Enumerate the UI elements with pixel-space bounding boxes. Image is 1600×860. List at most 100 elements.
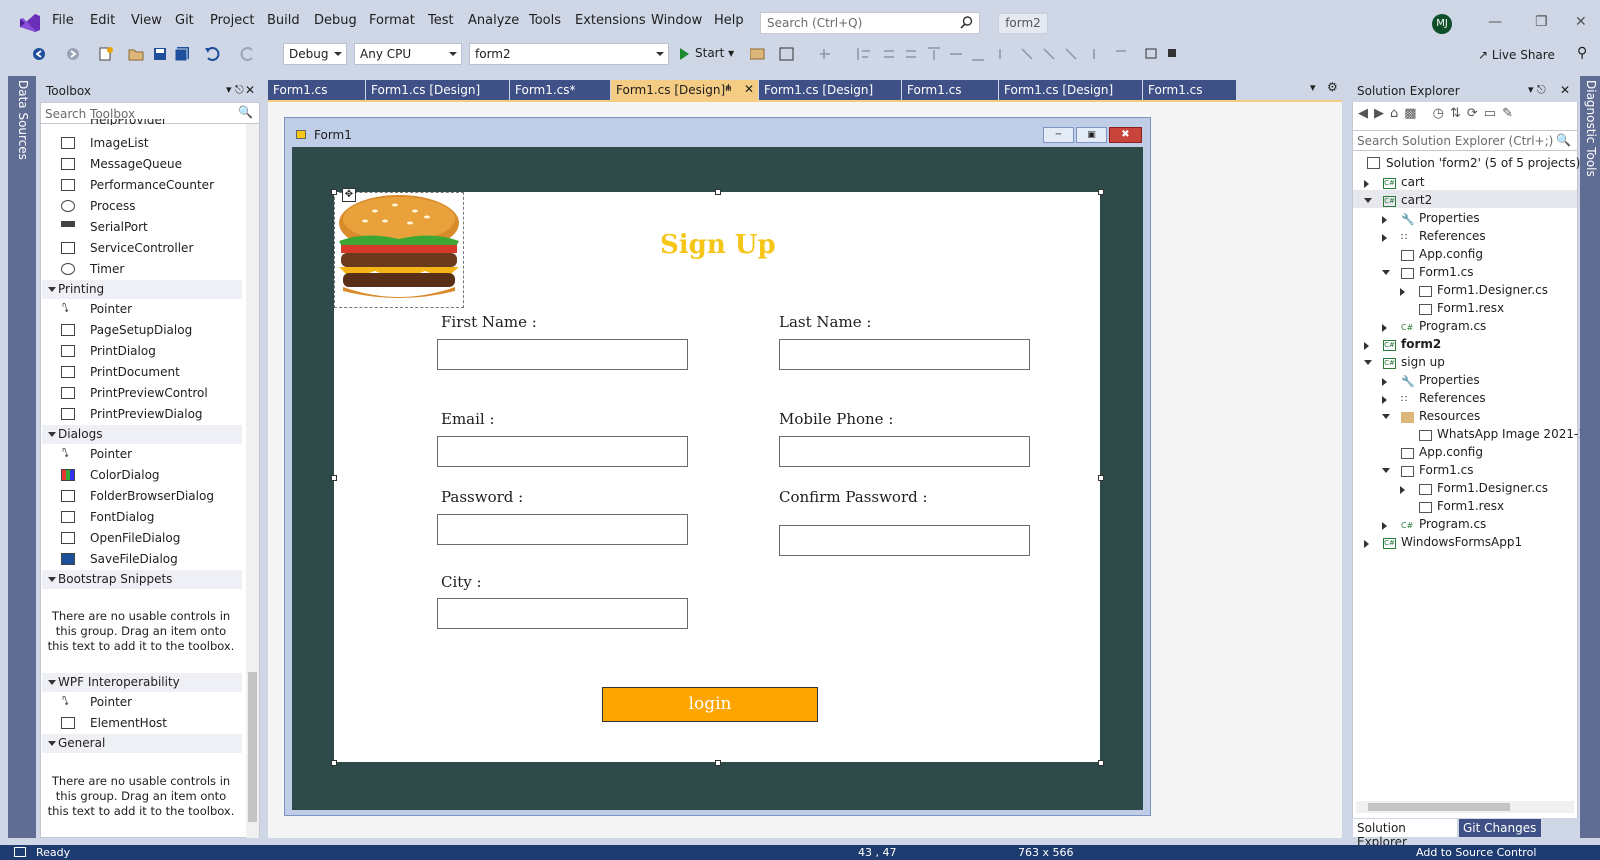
open-folder-icon[interactable] — [128, 47, 144, 61]
redo-icon[interactable] — [240, 46, 256, 62]
solution-explorer-search-input[interactable]: Search Solution Explorer (Ctrl+;) 🔍 — [1352, 130, 1578, 151]
expand-arrow-icon[interactable] — [1364, 180, 1369, 188]
live-share-button[interactable]: ↗ Live Share — [1478, 48, 1555, 62]
menu-help[interactable]: Help — [714, 13, 744, 28]
toolbox-item[interactable]: OpenFileDialog — [90, 531, 180, 545]
toolbox-item[interactable]: SerialPort — [90, 220, 148, 234]
menu-project[interactable]: Project — [210, 13, 254, 28]
close-icon[interactable]: ✕ — [1575, 14, 1587, 30]
toolbox-group-printing[interactable]: Printing — [42, 280, 242, 299]
avatar[interactable]: MJ — [1432, 14, 1452, 34]
resize-handle[interactable] — [331, 760, 337, 766]
save-icon[interactable] — [153, 47, 167, 61]
menu-tools[interactable]: Tools — [529, 13, 561, 28]
toolbox-item[interactable]: PrintDialog — [90, 344, 156, 358]
tab-form1-design-active[interactable]: Form1.cs [Design]* ⋔ ✕ — [611, 80, 758, 100]
menu-analyze[interactable]: Analyze — [468, 13, 519, 28]
expand-arrow-icon[interactable] — [1400, 288, 1405, 296]
resize-handle[interactable] — [1098, 760, 1104, 766]
menu-edit[interactable]: Edit — [90, 13, 115, 28]
tab-form1-cs[interactable]: Form1.cs — [902, 80, 998, 100]
login-button[interactable]: login — [602, 687, 818, 722]
feedback-icon[interactable]: ⚲ — [1577, 45, 1587, 61]
email-input[interactable] — [437, 436, 688, 467]
back-icon[interactable] — [32, 47, 46, 61]
form-maximize-icon[interactable]: ▣ — [1076, 127, 1107, 143]
burger-image[interactable] — [334, 192, 464, 308]
toolbox-item[interactable]: Process — [90, 199, 136, 213]
toolbox-close-icon[interactable]: ✕ — [245, 83, 255, 97]
menu-extensions[interactable]: Extensions — [575, 13, 646, 28]
first-name-input[interactable] — [437, 339, 688, 370]
search-input[interactable]: Search (Ctrl+Q) — [760, 12, 980, 34]
data-sources-tab[interactable]: Data Sources — [12, 80, 32, 160]
tree-item[interactable]: References — [1419, 391, 1486, 405]
solution-explorer-close-icon[interactable]: ✕ — [1560, 83, 1570, 97]
tab-overflow-icon[interactable]: ▾ — [1310, 81, 1316, 94]
tree-item[interactable]: sign up — [1401, 355, 1445, 369]
start-button[interactable]: Start ▾ — [680, 46, 734, 60]
tree-item[interactable]: Program.cs — [1419, 319, 1486, 333]
pin-icon[interactable]: ⋔ — [724, 83, 732, 94]
tab-form1-design[interactable]: Form1.cs [Design] — [999, 80, 1142, 100]
expand-arrow-icon[interactable] — [1382, 396, 1387, 404]
menu-format[interactable]: Format — [369, 13, 415, 28]
toolbox-item[interactable]: Pointer — [90, 447, 132, 461]
collapse-arrow-icon[interactable] — [1382, 270, 1390, 275]
menu-view[interactable]: View — [131, 13, 162, 28]
menu-window[interactable]: Window — [651, 13, 702, 28]
resize-handle[interactable] — [715, 760, 721, 766]
toolbox-item[interactable]: PrintPreviewDialog — [90, 407, 203, 421]
gear-icon[interactable]: ⚙ — [1327, 80, 1338, 94]
pin-icon[interactable]: ▾ ⎋ — [1528, 83, 1546, 97]
tab-form1-design[interactable]: Form1.cs [Design] — [759, 80, 901, 100]
toolbox-item[interactable]: ElementHost — [90, 716, 167, 730]
tree-item[interactable]: Form1.cs — [1419, 463, 1474, 477]
tree-item[interactable]: WhatsApp Image 2021-12 — [1437, 427, 1594, 441]
tree-item[interactable]: cart — [1401, 175, 1425, 189]
menu-build[interactable]: Build — [267, 13, 300, 28]
tree-item[interactable]: Form1.cs — [1419, 265, 1474, 279]
mobile-phone-input[interactable] — [779, 436, 1030, 467]
toolbox-item[interactable]: SaveFileDialog — [90, 552, 178, 566]
solution-explorer-scroll-thumb[interactable] — [1368, 803, 1510, 811]
resize-handle[interactable] — [331, 189, 337, 195]
city-input[interactable] — [437, 598, 688, 629]
expand-arrow-icon[interactable] — [1364, 540, 1369, 548]
toolbox-group-dialogs[interactable]: Dialogs — [42, 425, 242, 444]
save-all-icon[interactable] — [174, 46, 190, 62]
startup-project-dropdown[interactable]: form2 — [469, 43, 669, 65]
tree-item[interactable]: Form1.Designer.cs — [1437, 481, 1548, 495]
toolbox-item[interactable]: ServiceController — [90, 241, 193, 255]
tree-item[interactable]: Properties — [1419, 211, 1480, 225]
form-close-icon[interactable]: ✖ — [1109, 127, 1142, 143]
password-input[interactable] — [437, 514, 688, 545]
expand-arrow-icon[interactable] — [1382, 216, 1387, 224]
toolbox-item[interactable]: FolderBrowserDialog — [90, 489, 214, 503]
tab-form1-cs-modified[interactable]: Form1.cs* — [510, 80, 610, 100]
tab-git-changes[interactable]: Git Changes — [1459, 819, 1541, 837]
pin-icon[interactable]: ▾ ⎋ — [226, 83, 244, 97]
tab-close-icon[interactable]: ✕ — [744, 82, 754, 96]
toolbox-item-partial[interactable]: HelpProvider — [90, 119, 167, 125]
tree-item[interactable]: WindowsFormsApp1 — [1401, 535, 1522, 549]
visual-studio-logo-icon[interactable] — [19, 12, 41, 34]
toolbar-icon-group[interactable] — [750, 47, 1190, 61]
forward-icon[interactable] — [66, 47, 80, 61]
menu-file[interactable]: File — [52, 13, 74, 28]
collapse-arrow-icon[interactable] — [1382, 468, 1390, 473]
configuration-dropdown[interactable]: Debug — [283, 43, 347, 65]
tree-item[interactable]: Form1.Designer.cs — [1437, 283, 1548, 297]
tab-form1-cs[interactable]: Form1.cs — [1143, 80, 1236, 100]
toolbox-item[interactable]: ColorDialog — [90, 468, 160, 482]
restore-icon[interactable]: ❐ — [1535, 14, 1548, 30]
expand-arrow-icon[interactable] — [1364, 342, 1369, 350]
toolbox-group-general[interactable]: General — [42, 734, 242, 753]
resize-handle[interactable] — [331, 475, 337, 481]
toolbox-scroll-thumb[interactable] — [248, 672, 257, 822]
expand-arrow-icon[interactable] — [1382, 234, 1387, 242]
toolbox-item[interactable]: PrintPreviewControl — [90, 386, 208, 400]
form-minimize-icon[interactable]: ─ — [1043, 127, 1074, 143]
collapse-arrow-icon[interactable] — [1364, 198, 1372, 203]
expand-arrow-icon[interactable] — [1382, 378, 1387, 386]
